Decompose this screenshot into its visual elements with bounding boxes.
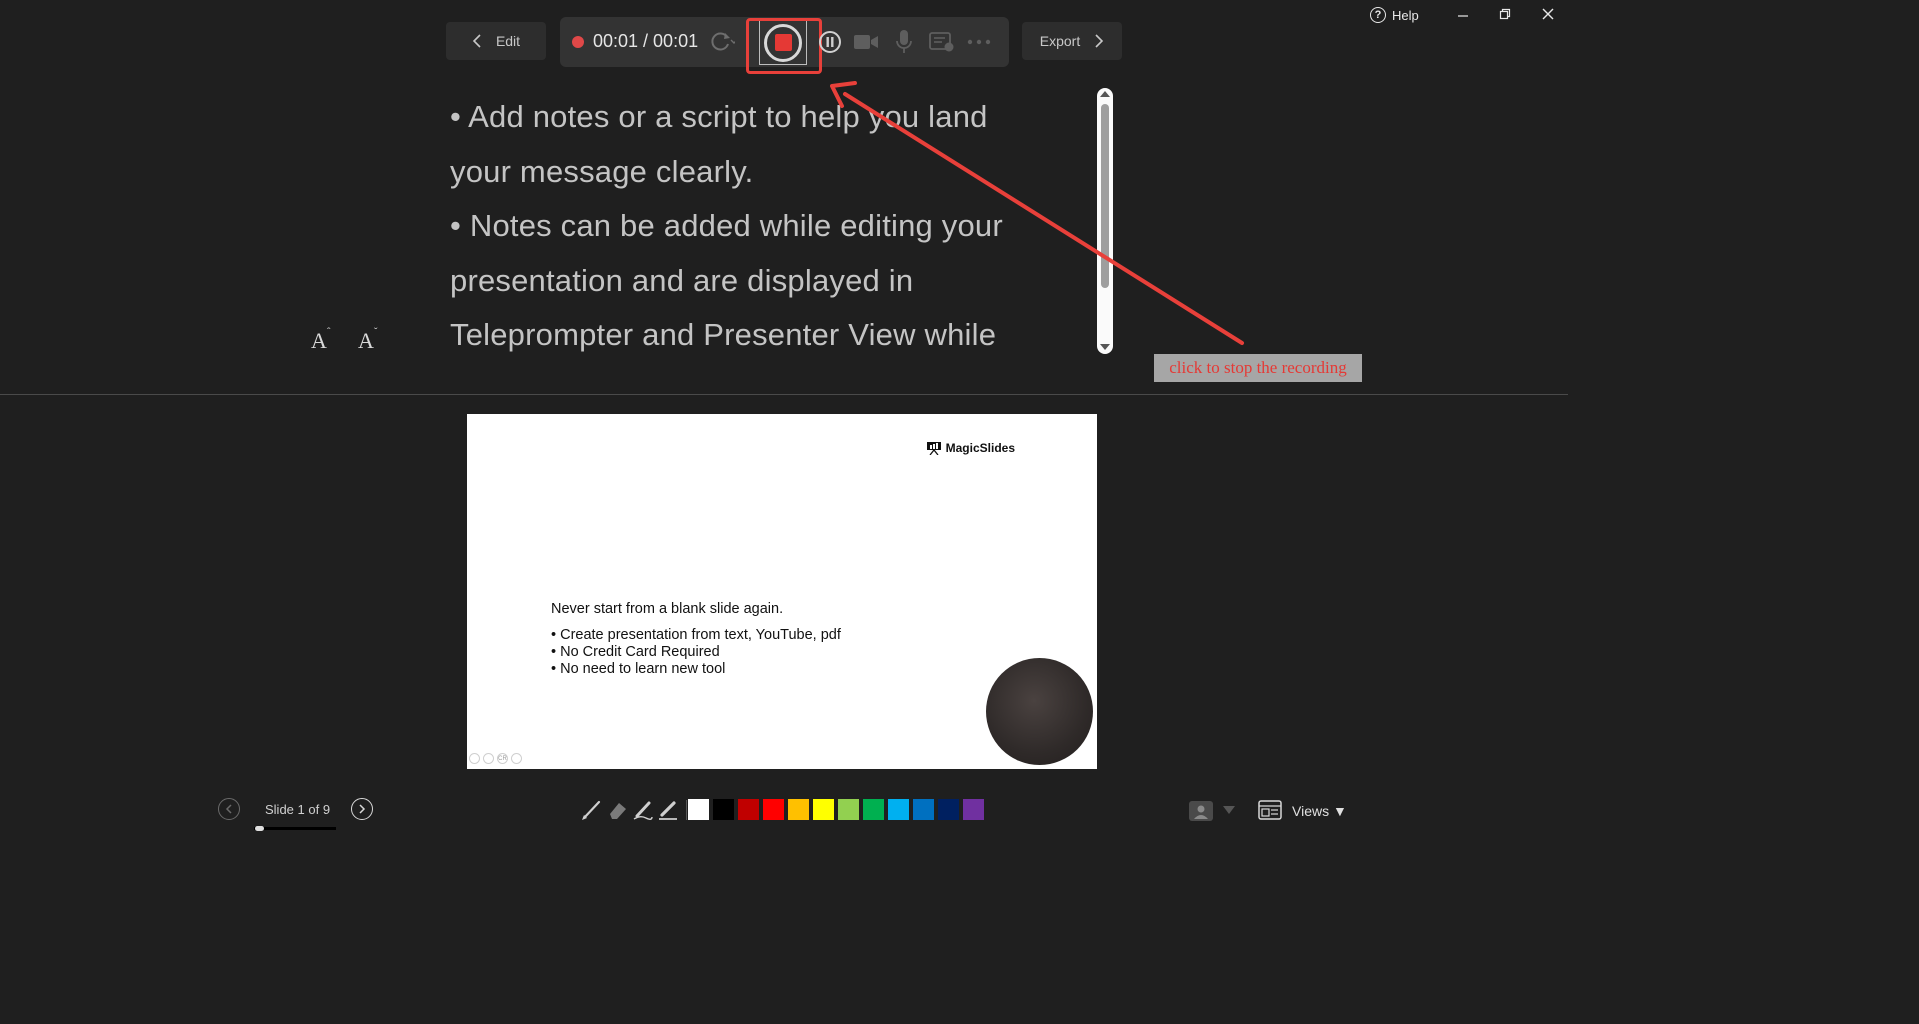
toolbar-divider: [686, 800, 687, 820]
color-swatch[interactable]: [763, 799, 784, 820]
color-swatch[interactable]: [813, 799, 834, 820]
slide-bullet: • No Credit Card Required: [551, 644, 720, 660]
slide-body: Never start from a blank slide again. • …: [551, 601, 841, 678]
logo-text: MagicSlides: [945, 441, 1015, 455]
color-swatch[interactable]: [838, 799, 859, 820]
chevron-right-icon: [359, 804, 366, 814]
slide-bullet: • No need to learn new tool: [551, 661, 726, 677]
slide-heading: Never start from a blank slide again.: [551, 601, 784, 617]
views-menu-button[interactable]: Views ▼: [1292, 803, 1347, 819]
pen-icon[interactable]: [579, 797, 603, 823]
section-divider: [0, 394, 1568, 395]
views-icon[interactable]: [1258, 800, 1282, 820]
slide-progress-fill: [255, 826, 264, 831]
slide-preview[interactable]: MagicSlides Never start from a blank sli…: [467, 414, 1097, 769]
marker-icon[interactable]: [631, 797, 655, 823]
eraser-icon[interactable]: [605, 797, 629, 823]
color-swatch[interactable]: [913, 799, 934, 820]
highlighter-icon[interactable]: [656, 797, 680, 823]
ink-color-palette: [688, 799, 984, 820]
color-swatch[interactable]: [863, 799, 884, 820]
chevron-left-icon: [225, 804, 232, 814]
slide-progress-track: [254, 827, 336, 830]
camera-mode-dropdown-icon[interactable]: [1223, 806, 1235, 814]
camera-preview[interactable]: [986, 658, 1093, 765]
logo-icon: [926, 442, 941, 455]
slide-bullet: • Create presentation from text, YouTube…: [551, 627, 841, 643]
slide-ctrl-back-icon[interactable]: [469, 753, 480, 764]
next-slide-button[interactable]: [351, 798, 373, 820]
slide-controls: CR: [469, 753, 522, 764]
camera-mode-icon[interactable]: [1188, 800, 1214, 822]
color-swatch[interactable]: [788, 799, 809, 820]
color-swatch[interactable]: [688, 799, 709, 820]
previous-slide-button[interactable]: [218, 798, 240, 820]
color-swatch[interactable]: [888, 799, 909, 820]
slide-ctrl-cc-icon[interactable]: CR: [497, 753, 508, 764]
color-swatch[interactable]: [938, 799, 959, 820]
color-swatch[interactable]: [713, 799, 734, 820]
color-swatch[interactable]: [738, 799, 759, 820]
slide-counter: Slide 1 of 9: [265, 802, 331, 817]
slide-ctrl-pen-icon[interactable]: [483, 753, 494, 764]
annotation-callout: click to stop the recording: [1154, 354, 1362, 382]
slide-ctrl-more-icon[interactable]: [511, 753, 522, 764]
color-swatch[interactable]: [963, 799, 984, 820]
magicslides-logo: MagicSlides: [926, 441, 1015, 455]
